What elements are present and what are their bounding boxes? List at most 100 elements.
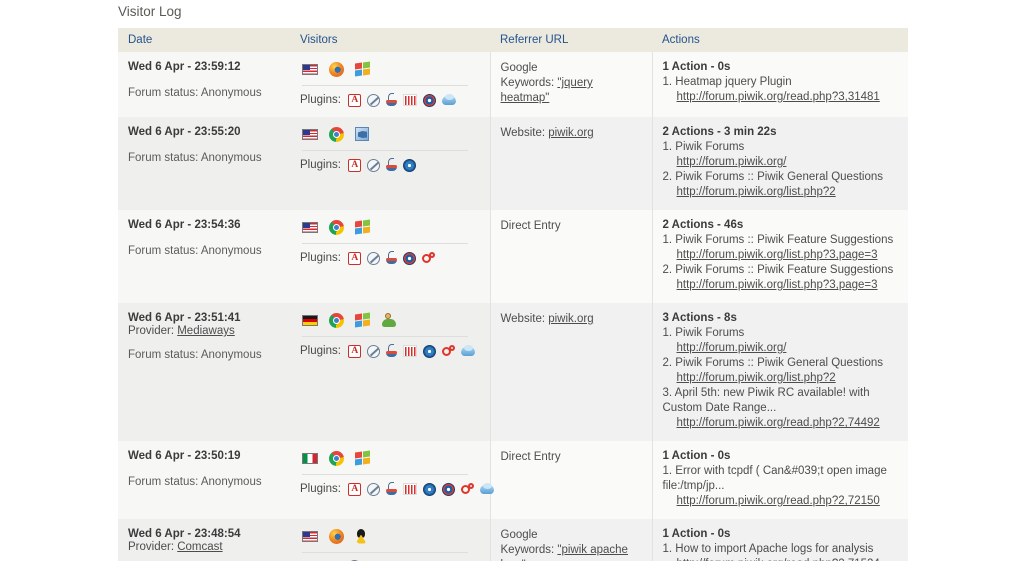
- table-row[interactable]: Wed 6 Apr - 23:48:54Provider: Comcast Fo…: [118, 519, 908, 561]
- action-url-link[interactable]: http://forum.piwik.org/: [663, 155, 899, 170]
- referrer-link[interactable]: piwik.org: [548, 313, 593, 325]
- pdf-icon: [348, 159, 361, 172]
- table-row[interactable]: Wed 6 Apr - 23:55:20 Forum status: Anonym…: [118, 117, 908, 210]
- action-url-link[interactable]: http://forum.piwik.org/read.php?3,31481: [663, 90, 899, 105]
- flag-de-icon: [302, 315, 318, 326]
- table-row[interactable]: Wed 6 Apr - 23:51:41Provider: Mediaways …: [118, 303, 908, 441]
- visitor-log-page: Visitor Log Date Visitors Referrer URL A…: [0, 0, 1024, 561]
- forum-status: Forum status: Anonymous: [128, 87, 280, 99]
- director-icon: [367, 252, 380, 265]
- action-item: 1. Piwik Forums http://forum.piwik.org/: [663, 140, 899, 170]
- java-icon: [386, 93, 397, 107]
- plugins-label: Plugins:: [300, 94, 341, 106]
- action-url-link[interactable]: http://forum.piwik.org/: [663, 341, 899, 356]
- firefox-icon: [329, 62, 344, 77]
- plugins-label: Plugins:: [300, 345, 341, 357]
- action-url-link[interactable]: http://forum.piwik.org/list.php?3,page=3: [663, 248, 899, 263]
- visitor-divider: [302, 242, 468, 244]
- provider-line: Provider: Comcast: [128, 541, 280, 553]
- windows-icon: [355, 451, 370, 465]
- table-row[interactable]: Wed 6 Apr - 23:50:19Forum status: Anonym…: [118, 441, 908, 519]
- referrer-cell: Direct Entry: [490, 210, 652, 303]
- action-url-link[interactable]: http://forum.piwik.org/read.php?2,74492: [663, 416, 899, 431]
- action-url-link[interactable]: http://forum.piwik.org/list.php?2: [663, 185, 899, 200]
- visit-date-cell: Wed 6 Apr - 23:59:12 Forum status: Anonym…: [118, 52, 290, 117]
- visitor-icons-cell: Plugins:: [290, 117, 490, 210]
- action-title: 2. Piwik Forums :: Piwik General Questio…: [663, 171, 884, 183]
- action-url-link[interactable]: http://forum.piwik.org/read.php?2,71524: [663, 557, 899, 561]
- referrer-text: Direct Entry: [501, 219, 642, 234]
- flag-us-icon: [302, 222, 318, 233]
- visit-date-cell: Wed 6 Apr - 23:48:54Provider: Comcast Fo…: [118, 519, 290, 561]
- referrer-type: Direct Entry: [501, 219, 642, 234]
- referrer-text: GoogleKeywords: "jquery heatmap": [501, 61, 642, 106]
- column-header-actions[interactable]: Actions: [652, 28, 908, 52]
- visitor-divider: [302, 551, 468, 553]
- referrer-text: GoogleKeywords: "piwik apache logs": [501, 528, 642, 561]
- plugins-row: Plugins:: [300, 93, 480, 107]
- realplayer-icon: [403, 94, 417, 106]
- chrome-icon: [329, 127, 344, 142]
- column-header-referrer-url[interactable]: Referrer URL: [490, 28, 652, 52]
- action-item: 1. Piwik Forumshttp://forum.piwik.org/: [663, 326, 899, 356]
- action-title: 1. Heatmap jquery Plugin: [663, 76, 792, 88]
- column-header-date[interactable]: Date: [118, 28, 290, 52]
- provider-label: Provider:: [128, 325, 177, 337]
- plugins-row: Plugins:: [300, 482, 480, 496]
- visitor-divider: [302, 335, 468, 337]
- referrer-text: Website: piwik.org: [501, 312, 642, 327]
- chrome-icon: [329, 451, 344, 466]
- visit-datetime: Wed 6 Apr - 23:59:12: [128, 61, 280, 73]
- gears-icon: [461, 483, 474, 496]
- chrome-icon: [329, 220, 344, 235]
- silverlight-icon: [480, 483, 494, 495]
- actions-list: 1. Heatmap jquery Plugin http://forum.piw…: [663, 75, 899, 105]
- firefox-icon: [329, 529, 344, 544]
- action-title: 1. Error with tcpdf ( Can&#039;t open im…: [663, 465, 887, 492]
- referrer-text: Direct Entry: [501, 450, 642, 465]
- action-url-link[interactable]: http://forum.piwik.org/read.php?2,72150: [663, 494, 899, 509]
- action-url-link[interactable]: http://forum.piwik.org/list.php?2: [663, 371, 899, 386]
- plugins-row: Plugins:: [300, 158, 480, 172]
- action-item: 2. Piwik Forums :: Piwik General Questio…: [663, 356, 899, 386]
- visitor-icons-cell: Plugins:: [290, 303, 490, 441]
- visitor-icon-group: [300, 61, 480, 77]
- column-header-visitors[interactable]: Visitors: [290, 28, 490, 52]
- referrer-text: Website: piwik.org: [501, 126, 642, 141]
- referrer-label: Keywords:: [501, 544, 558, 556]
- pdf-icon: [348, 252, 361, 265]
- gears-icon: [422, 252, 435, 265]
- forum-status: Forum status: Anonymous: [128, 152, 280, 164]
- visitor-icon-group: [300, 528, 480, 544]
- flag-us-icon: [302, 531, 318, 542]
- action-title: 1. Piwik Forums: [663, 141, 745, 153]
- visit-datetime: Wed 6 Apr - 23:50:19: [128, 450, 280, 462]
- table-row[interactable]: Wed 6 Apr - 23:59:12 Forum status: Anonym…: [118, 52, 908, 117]
- visit-date-cell: Wed 6 Apr - 23:54:36Forum status: Anonym…: [118, 210, 290, 303]
- visit-date-cell: Wed 6 Apr - 23:51:41Provider: Mediaways …: [118, 303, 290, 441]
- visitor-divider: [302, 84, 468, 86]
- visit-datetime: Wed 6 Apr - 23:55:20: [128, 126, 280, 138]
- table-row[interactable]: Wed 6 Apr - 23:54:36Forum status: Anonym…: [118, 210, 908, 303]
- action-url-link[interactable]: http://forum.piwik.org/list.php?3,page=3: [663, 278, 899, 293]
- director-icon: [367, 345, 380, 358]
- referrer-cell: GoogleKeywords: "jquery heatmap": [490, 52, 652, 117]
- actions-cell: 2 Actions - 3 min 22s1. Piwik Forumshttp…: [652, 117, 908, 210]
- plugins-label: Plugins:: [300, 483, 341, 495]
- provider-link[interactable]: Mediaways: [177, 325, 235, 337]
- action-item: 2. Piwik Forums :: Piwik Feature Suggest…: [663, 263, 899, 293]
- provider-link[interactable]: Comcast: [177, 541, 222, 553]
- realplayer-icon: [403, 483, 417, 495]
- silverlight-icon: [461, 345, 475, 357]
- visitor-icon-group: [300, 219, 480, 235]
- flag-us-icon: [302, 64, 318, 75]
- action-item: 1. Piwik Forums :: Piwik Feature Suggest…: [663, 233, 899, 263]
- actions-list: 1. Error with tcpdf ( Can&#039;t open im…: [663, 464, 899, 509]
- visit-datetime: Wed 6 Apr - 23:48:54: [128, 528, 280, 540]
- provider-line: Provider: Mediaways: [128, 325, 280, 337]
- actions-cell: 1 Action - 0s1. How to import Apache log…: [652, 519, 908, 561]
- action-item: 1. Error with tcpdf ( Can&#039;t open im…: [663, 464, 899, 509]
- referrer-detail: Keywords: "piwik apache logs": [501, 543, 642, 561]
- referrer-link[interactable]: piwik.org: [548, 127, 593, 139]
- referrer-detail: Website: piwik.org: [501, 126, 642, 141]
